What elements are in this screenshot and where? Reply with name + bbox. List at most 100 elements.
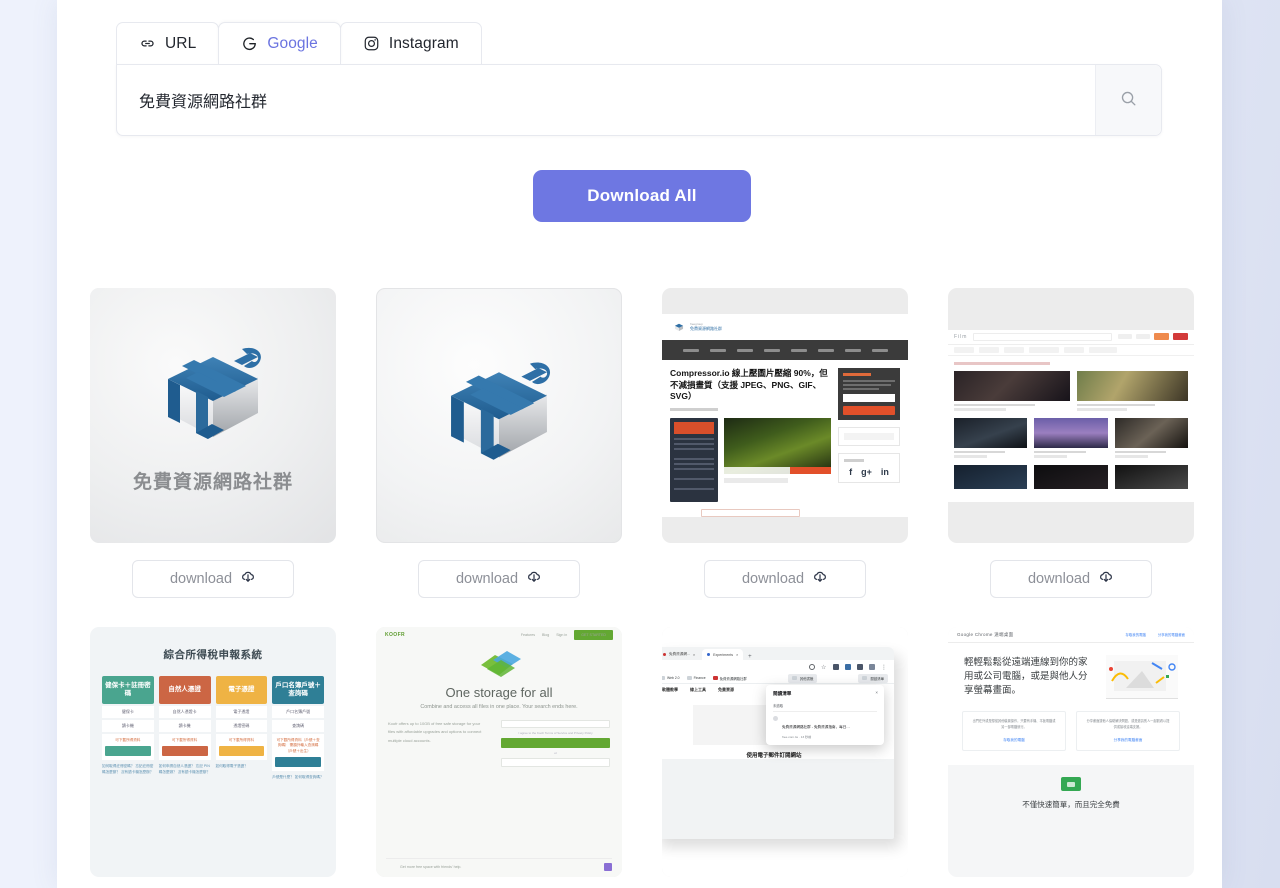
tab-google[interactable]: Google — [218, 22, 341, 64]
column-line: 可下載所得資料 — [172, 738, 198, 742]
google-g-icon — [241, 35, 258, 52]
menu-item: 線上工具 — [690, 686, 706, 692]
download-button-label: download — [455, 571, 519, 587]
download-button[interactable]: download — [990, 560, 1152, 598]
result-thumbnail[interactable]: 免費資源網... × Experiments × + ☆ ⋮ Web 2.0 F… — [662, 627, 908, 877]
hero-headline: One storage for all — [445, 685, 553, 700]
content-area: URL Google Instagram 免費資源網路社群 Download A… — [88, 0, 1196, 888]
card-link: 存取我的電腦 — [1003, 737, 1025, 742]
logo-image: 免費資源網路社群 — [90, 288, 336, 543]
result-thumbnail[interactable]: 綜合所得稅申報系統 健保卡＋註冊密碼 健保卡 讀卡機 可下載所得資料 如何取得註… — [90, 627, 336, 877]
freegroup-box-logo-icon — [451, 362, 551, 460]
column-foot: 戶號是什麼？ 如何取得查詢碼？ — [272, 775, 324, 780]
site-brand: KOOFR — [385, 632, 406, 638]
download-row: download — [90, 543, 336, 615]
download-row: download — [948, 543, 1194, 615]
site-brand-cn: 免費資源網路社群 — [690, 326, 722, 332]
column-line: 可下載所得資料 — [115, 738, 141, 742]
cloud-download-icon — [1098, 569, 1114, 589]
column-foot: 如何取得電子憑證？ — [215, 764, 248, 769]
search-submit-button[interactable] — [1095, 65, 1161, 135]
nav-link: 存取我的電腦 — [1125, 633, 1146, 637]
column-sub2: 憑證密碼 — [215, 720, 268, 732]
browser-tab-label: 免費資源網... — [669, 652, 690, 656]
website-screenshot: KOOFR Features Blog Sign in GET STARTED — [376, 627, 622, 877]
column-head: 電子憑證 — [215, 676, 268, 704]
column-foot: 如何申請自然人憑證？ 忘記 PIN碼怎麼辦？ 沒有讀卡機怎麼辦？ — [158, 764, 211, 775]
column-sub1: 自然人憑證卡 — [158, 706, 211, 718]
column-sub1: 健保卡 — [102, 706, 154, 718]
search-bar — [116, 64, 1162, 136]
column-sub2: 讀卡機 — [102, 720, 154, 732]
column-line: 可下載所得資料（戶號＋查詢碼） 需額外輸入查詢碼（戶號＋出生） — [276, 738, 320, 753]
card-text: 出門在外或是想從其他裝置操作，只要有手機、平板電腦或另一部電腦就行。 — [972, 719, 1056, 729]
page-card: URL Google Instagram 免費資源網路社群 Download A… — [57, 0, 1222, 888]
column-sub2: 查詢碼 — [272, 720, 324, 732]
logo-title-text: 免費資源網路社群 — [132, 472, 293, 493]
source-tabs: URL Google Instagram — [116, 22, 482, 64]
column-foot: 如何取得註冊密碼？ 忘記註冊密碼怎麼辦？ 沒有讀卡機怎麼辦？ — [102, 764, 154, 775]
bookmark-label: Web 2.0 — [667, 676, 680, 680]
bookmark-label: Finance — [693, 676, 706, 680]
bookmark-label: 免費資源網路社群 — [719, 676, 747, 681]
result-card: 免費資源網... × Experiments × + ☆ ⋮ Web 2.0 F… — [662, 627, 908, 877]
card-link: 分享我的電腦畫面 — [1113, 737, 1143, 742]
download-all-button[interactable]: Download All — [533, 170, 751, 222]
hero-body: Koofr offers up to 10GB of free safe sto… — [388, 721, 482, 743]
result-thumbnail[interactable] — [376, 288, 622, 543]
download-button[interactable]: download — [418, 560, 580, 598]
bookmark-label: 其他書籤 — [799, 676, 814, 681]
agree-text: I agree to the Koofr Terms of Service an… — [518, 731, 593, 735]
logo-image — [376, 288, 622, 543]
newsletter-box — [838, 368, 900, 421]
or-text: or — [554, 751, 557, 755]
infographic-title: 綜合所得稅申報系統 — [163, 649, 263, 661]
download-button[interactable]: download — [132, 560, 294, 598]
result-card: Google Chrome 遠端桌面 存取我的電腦 分享我的電腦畫面 輕輕鬆鬆從… — [948, 627, 1194, 877]
result-thumbnail[interactable]: Google Chrome 遠端桌面 存取我的電腦 分享我的電腦畫面 輕輕鬆鬆從… — [948, 627, 1194, 877]
site-brand: Film — [954, 333, 968, 340]
reading-list-label: 閱讀清單 — [870, 676, 884, 681]
nav-link: 分享我的電腦畫面 — [1157, 633, 1185, 637]
hero-headline: 輕輕鬆鬆從遠端連線到你的家用或公司電腦，或是與他人分享螢幕畫面。 — [964, 656, 1088, 697]
menu-item: 軟體教學 — [662, 686, 678, 692]
site-brand: Google Chrome 遠端桌面 — [957, 631, 1014, 637]
tab-instagram-label: Instagram — [388, 34, 459, 52]
result-thumbnail[interactable]: Film — [948, 288, 1194, 543]
result-card: Film download — [948, 288, 1194, 615]
infographic-column: 自然人憑證 自然人憑證卡 讀卡機 可下載所得資料 如何申請自然人憑證？ 忘記 P… — [158, 676, 211, 781]
result-card: 免費資源網路社群 download — [90, 288, 336, 615]
tab-google-label: Google — [267, 34, 318, 52]
result-card: KOOFR Features Blog Sign in GET STARTED — [376, 627, 622, 877]
tab-url[interactable]: URL — [116, 22, 220, 64]
cloud-download-icon — [240, 569, 256, 589]
search-input[interactable] — [117, 65, 1095, 135]
infographic-column: 戶口名簿戶號＋查詢碼 戶口名簿戶號 查詢碼 可下載所得資料（戶號＋查詢碼） 需額… — [272, 676, 324, 781]
cloud-download-icon — [812, 569, 828, 589]
monitor-icon — [1061, 776, 1081, 791]
reading-list-popup: × 閱讀清單 未讀取 免費資源網路社群 - 免費資源指南，每日… free.co… — [766, 685, 884, 745]
result-thumbnail[interactable]: freegroup 免費資源網路社群 Compressor.io 線上壓圖片壓縮… — [662, 288, 908, 543]
popup-title: 閱讀清單 — [773, 691, 792, 696]
popup-item-sub: free.com.tw · 13 秒前 — [782, 735, 812, 739]
link-icon — [139, 35, 156, 52]
download-row: download — [376, 543, 622, 615]
nav-link: Features — [520, 633, 536, 637]
infographic-column: 電子憑證 電子憑證 憑證密碼 可下載所得資料 如何取得電子憑證？ — [215, 676, 268, 781]
download-button-label: download — [1027, 571, 1091, 587]
column-sub1: 電子憑證 — [215, 706, 268, 718]
tab-instagram[interactable]: Instagram — [339, 22, 482, 64]
popup-item: 免費資源網路社群 - 免費資源指南，每日… — [782, 725, 850, 729]
menu-item: 免費資源 — [718, 686, 734, 692]
results-grid: 免費資源網路社群 download download freegroup 免費資… — [88, 288, 1196, 877]
footer-text: Get more free space with friends' help. — [400, 865, 462, 869]
website-screenshot: freegroup 免費資源網路社群 Compressor.io 線上壓圖片壓縮… — [662, 314, 908, 517]
cta-button: GET STARTED — [574, 630, 613, 640]
popup-section: 未讀取 — [773, 703, 877, 712]
download-button[interactable]: download — [704, 560, 866, 598]
website-screenshot: Film — [948, 329, 1194, 502]
result-thumbnail[interactable]: KOOFR Features Blog Sign in GET STARTED — [376, 627, 622, 877]
result-thumbnail[interactable]: 免費資源網路社群 — [90, 288, 336, 543]
nav-link: Sign in — [556, 633, 568, 637]
footer-caption: 不僅快速簡單，而且完全免費 — [1022, 799, 1120, 809]
